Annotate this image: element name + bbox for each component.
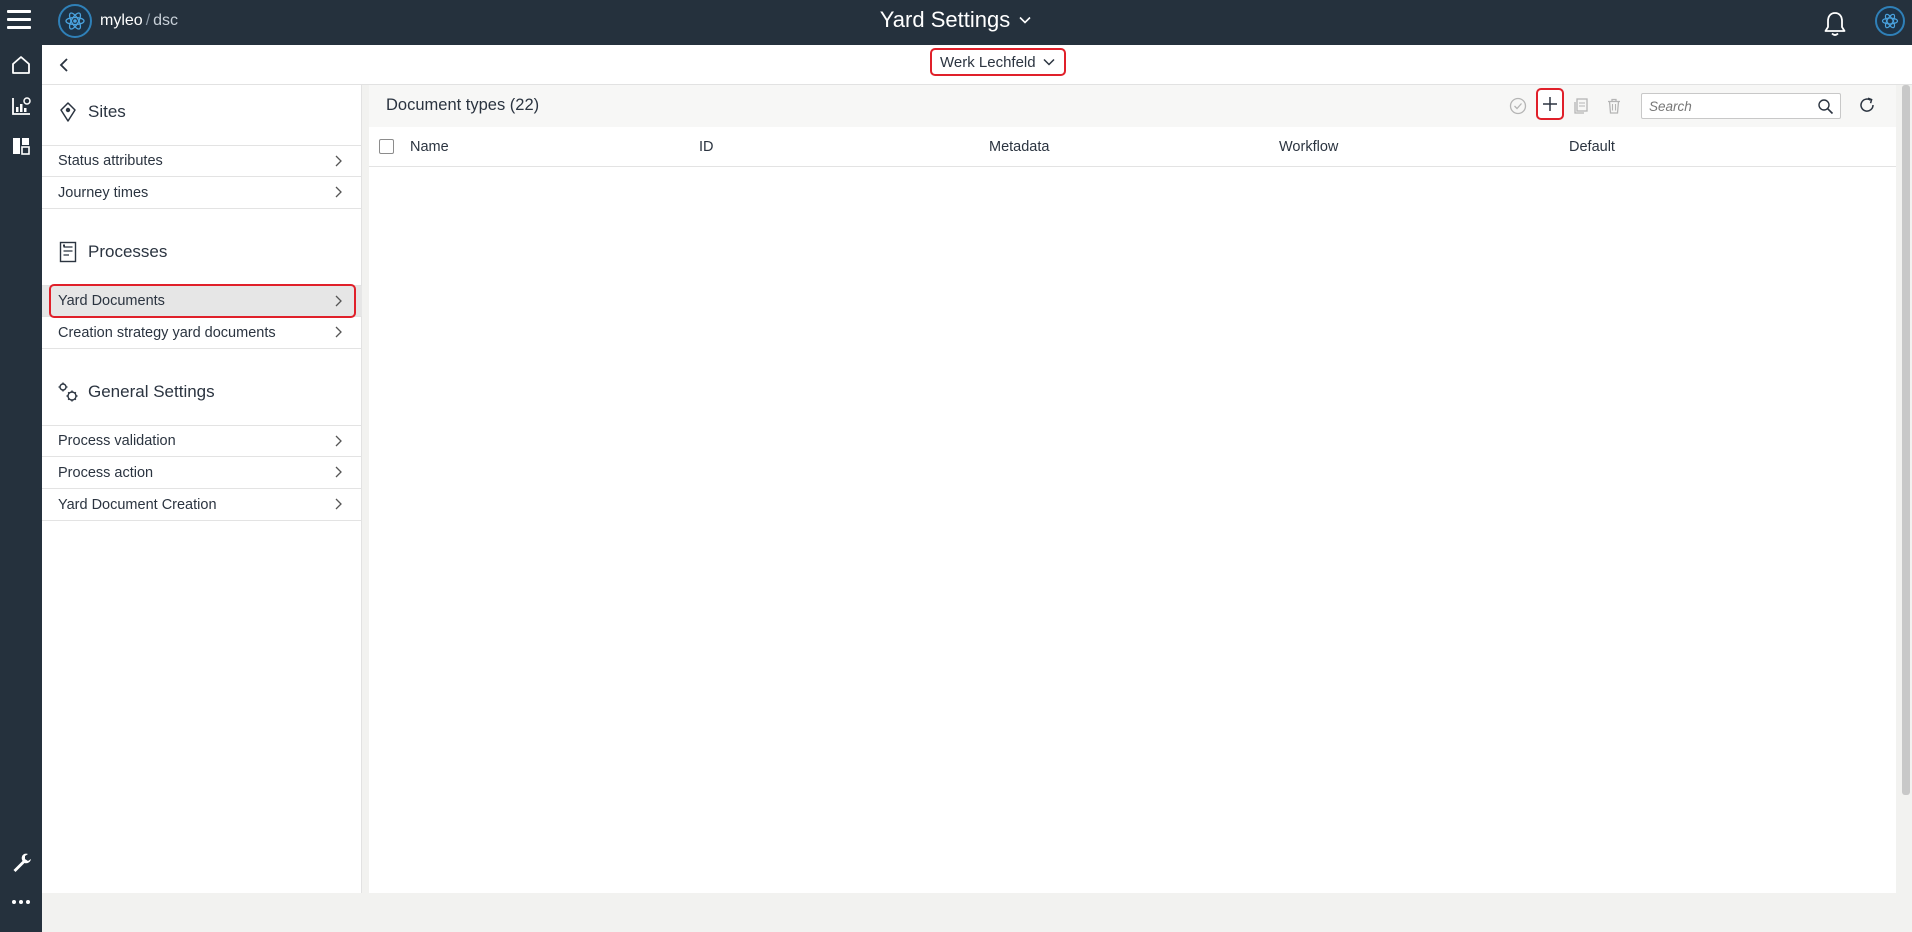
chevron-right-icon [335,295,342,307]
home-icon[interactable] [7,51,35,79]
sidebar-item-status-attributes[interactable]: Status attributes [42,145,362,177]
search-input[interactable] [1642,94,1802,118]
dashboard-icon[interactable] [7,132,35,160]
brand[interactable]: myleo / dsc [58,4,178,38]
section-general-settings: General Settings [56,377,215,407]
column-header-id[interactable]: ID [699,139,714,155]
footer-strip [42,893,1912,932]
column-header-name[interactable]: Name [410,139,449,155]
column-header-workflow[interactable]: Workflow [1279,139,1338,155]
brand-separator: / [145,12,151,29]
chevron-down-icon [1043,58,1055,66]
page-title-dropdown[interactable]: Yard Settings [880,7,1032,33]
column-header-metadata[interactable]: Metadata [989,139,1049,155]
chevron-right-icon [335,326,342,338]
section-title: Sites [88,102,126,121]
section-title: General Settings [88,382,215,401]
section-title: Processes [88,242,168,261]
myleo-logo-icon [58,4,92,38]
left-rail [0,45,42,932]
section-processes: Processes [56,237,167,267]
sidebar-item-label: Yard Document Creation [58,496,217,513]
sidebar-item-label: Process validation [58,433,176,449]
chevron-right-icon [335,155,342,167]
top-bar: myleo / dsc Yard Settings [0,0,1912,45]
panel-title: Document types (22) [386,96,540,114]
add-button[interactable] [1536,88,1564,120]
search-icon[interactable] [1817,98,1834,115]
chevron-right-icon [335,186,342,198]
sidebar-item-yard-document-creation[interactable]: Yard Document Creation [42,489,362,521]
document-types-panel: Document types (22) Name ID Metadata Wor… [369,85,1896,893]
brand-product: dsc [153,12,179,29]
back-arrow-icon[interactable] [52,53,76,77]
refresh-icon[interactable] [1856,94,1878,116]
page-title: Yard Settings [879,7,1011,32]
sidebar-item-label: Yard Documents [58,293,165,309]
trash-icon[interactable] [1603,95,1625,117]
sub-header: Werk Lechfeld [42,45,1912,85]
location-pin-icon [56,100,80,124]
sidebar-item-process-validation[interactable]: Process validation [42,425,362,457]
hamburger-menu-icon[interactable] [7,10,31,30]
chevron-down-icon [1019,16,1031,24]
more-options-icon[interactable] [7,888,35,916]
wrench-settings-icon[interactable] [7,848,35,876]
sidebar-item-label: Creation strategy yard documents [58,324,276,341]
brand-name: myleo [100,12,143,29]
settings-sidebar: Sites Status attributes Journey times Pr… [42,85,362,893]
vertical-scrollbar[interactable] [1902,85,1910,795]
sidebar-item-process-action[interactable]: Process action [42,457,362,489]
check-circle-icon[interactable] [1507,95,1529,117]
select-all-checkbox[interactable] [379,139,394,154]
sidebar-item-creation-strategy[interactable]: Creation strategy yard documents [42,317,362,349]
site-selector[interactable]: Werk Lechfeld [930,48,1066,76]
sidebar-item-yard-documents[interactable]: Yard Documents [42,285,362,317]
plus-icon [1543,97,1557,111]
chevron-right-icon [335,435,342,447]
panel-header: Document types (22) [369,85,1896,127]
chevron-right-icon [335,498,342,510]
search-field[interactable] [1641,93,1841,119]
notifications-bell-icon[interactable] [1820,10,1850,38]
analytics-chart-icon[interactable] [7,92,35,120]
sidebar-item-journey-times[interactable]: Journey times [42,177,362,209]
sidebar-item-label: Process action [58,464,154,481]
column-header-default[interactable]: Default [1569,139,1615,155]
gears-icon [56,380,80,404]
copy-icon[interactable] [1570,95,1592,117]
chevron-right-icon [335,466,342,478]
user-avatar[interactable] [1875,6,1905,36]
site-selector-value: Werk Lechfeld [940,53,1036,71]
table-header: Name ID Metadata Workflow Default [369,127,1896,167]
sidebar-item-label: Status attributes [58,153,163,169]
sidebar-item-label: Journey times [58,184,149,201]
document-icon [56,240,80,264]
section-sites: Sites [56,97,126,127]
